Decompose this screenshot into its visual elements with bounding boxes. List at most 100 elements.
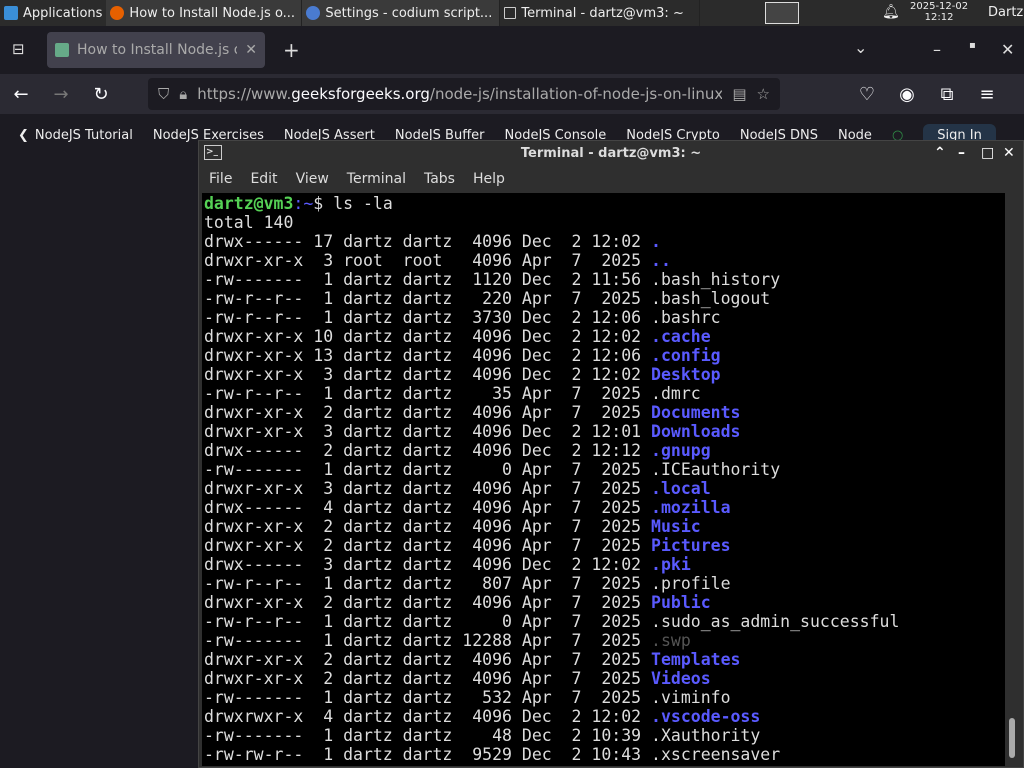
ls-entry: -rw-r--r-- 1 dartz dartz 35 Apr 7 2025 .… xyxy=(204,384,1003,403)
taskbar: Applications How to Install Node.js o...… xyxy=(0,0,1024,26)
entry-meta: drwxr-xr-x 10 dartz dartz 4096 Dec 2 12:… xyxy=(204,327,652,346)
entry-name: Pictures xyxy=(651,536,731,555)
scrollbar[interactable] xyxy=(1005,193,1019,766)
entry-name: Desktop xyxy=(651,365,721,384)
entry-name: .xscreensaver xyxy=(651,745,781,764)
ls-entry: -rw-r--r-- 1 dartz dartz 3730 Dec 2 12:0… xyxy=(204,308,1003,327)
menu-edit[interactable]: Edit xyxy=(250,171,277,187)
forward-icon[interactable]: → xyxy=(48,84,74,105)
ls-entry: drwxr-xr-x 3 dartz dartz 4096 Dec 2 12:0… xyxy=(204,365,1003,384)
entry-name: .dmrc xyxy=(651,384,701,403)
entry-name: Public xyxy=(651,593,711,612)
ls-entry: drwx------ 4 dartz dartz 4096 Apr 7 2025… xyxy=(204,498,1003,517)
close-tab-icon[interactable]: ✕ xyxy=(245,42,257,58)
prompt-path: :~ xyxy=(293,194,314,213)
close-icon[interactable]: ✕ xyxy=(1003,145,1015,161)
scrollbar-thumb[interactable] xyxy=(1009,718,1015,758)
gfg-favicon xyxy=(55,43,69,57)
entry-name: .gnupg xyxy=(651,441,711,460)
menu-icon[interactable]: ≡ xyxy=(974,84,1000,105)
entry-name: .Xauthority xyxy=(651,726,761,745)
account-icon[interactable]: ◉ xyxy=(894,84,920,105)
command: ls -la xyxy=(333,194,393,213)
lock-icon[interactable]: 🔒︎ xyxy=(179,85,187,103)
user-menu[interactable]: Dartz xyxy=(988,5,1023,20)
chevron-left-icon[interactable]: ❮ xyxy=(18,128,29,143)
entry-meta: drwxr-xr-x 2 dartz dartz 4096 Apr 7 2025 xyxy=(204,669,652,688)
ls-entry: -rw-r--r-- 1 dartz dartz 0 Apr 7 2025 .s… xyxy=(204,612,1003,631)
applications-menu[interactable]: Applications xyxy=(0,0,106,26)
applications-label: Applications xyxy=(23,5,103,21)
back-icon[interactable]: ← xyxy=(8,84,34,105)
entry-meta: -rw------- 1 dartz dartz 0 Apr 7 2025 xyxy=(204,460,652,479)
new-tab-icon[interactable]: + xyxy=(283,38,300,62)
entry-meta: drwx------ 17 dartz dartz 4096 Dec 2 12:… xyxy=(204,232,652,251)
shield-icon[interactable]: ⛉ xyxy=(158,85,169,103)
entry-meta: -rw------- 1 dartz dartz 1120 Dec 2 11:5… xyxy=(204,270,652,289)
bookmark-star-icon[interactable]: ☆ xyxy=(757,85,770,103)
taskbar-window-terminal[interactable]: Terminal - dartz@vm3: ~ xyxy=(500,0,701,26)
total-line: total 140 xyxy=(204,213,294,232)
entry-meta: drwxr-xr-x 2 dartz dartz 4096 Apr 7 2025 xyxy=(204,593,652,612)
entry-meta: drwxr-xr-x 2 dartz dartz 4096 Apr 7 2025 xyxy=(204,650,652,669)
terminal-output[interactable]: dartz@vm3:~$ ls -la total 140 drwx------ 1… xyxy=(202,193,1005,766)
url-bar[interactable]: ⛉ 🔒︎ https://www.geeksforgeeks.org/node-j… xyxy=(148,78,780,110)
terminal-icon xyxy=(504,7,517,19)
window-label: How to Install Node.js o... xyxy=(129,5,296,21)
tab-bar: ⊟ How to Install Node.js on ✕ + ⌄ – ▪ ✕ xyxy=(0,26,1024,74)
ls-entry: -rw-r--r-- 1 dartz dartz 807 Apr 7 2025 … xyxy=(204,574,1003,593)
entry-meta: drwxr-xr-x 3 dartz dartz 4096 Dec 2 12:0… xyxy=(204,365,652,384)
notification-bell-icon[interactable]: 🔔︎ xyxy=(882,4,900,20)
url-prefix: https://www. xyxy=(197,85,292,103)
tab-list-icon[interactable]: ⊟ xyxy=(12,40,25,58)
pocket-icon[interactable]: ♡ xyxy=(854,84,880,105)
entry-meta: -rw-r--r-- 1 dartz dartz 220 Apr 7 2025 xyxy=(204,289,652,308)
terminal-launcher-icon[interactable] xyxy=(765,2,799,24)
reader-view-icon[interactable]: ▤ xyxy=(732,85,746,103)
browser-tab[interactable]: How to Install Node.js on ✕ xyxy=(47,32,265,68)
taskbar-window-firefox[interactable]: How to Install Node.js o... xyxy=(106,0,303,26)
nav-bar: ← → ↻ ⛉ 🔒︎ https://www.geeksforgeeks.org/… xyxy=(0,74,1024,114)
nav-link[interactable]: NodeJS Tutorial xyxy=(35,128,133,143)
taskbar-window-settings[interactable]: Settings - codium script... xyxy=(302,0,501,26)
menu-view[interactable]: View xyxy=(296,171,329,187)
date: 2025-12-02 xyxy=(910,1,969,12)
entry-name: .profile xyxy=(651,574,731,593)
entry-name: .viminfo xyxy=(651,688,731,707)
chevron-down-icon[interactable]: ⌄ xyxy=(854,38,867,57)
entry-meta: -rw-r--r-- 1 dartz dartz 35 Apr 7 2025 xyxy=(204,384,652,403)
close-window-icon[interactable]: ✕ xyxy=(1001,40,1014,59)
ls-entry: -rw-r--r-- 1 dartz dartz 220 Apr 7 2025 … xyxy=(204,289,1003,308)
ls-entry: drwxr-xr-x 3 root root 4096 Apr 7 2025 .… xyxy=(204,251,1003,270)
menu-help[interactable]: Help xyxy=(473,171,505,187)
maximize-icon[interactable]: ▪ xyxy=(969,40,976,51)
entry-name: .swp xyxy=(651,631,691,650)
ls-entry: drwxr-xr-x 2 dartz dartz 4096 Apr 7 2025… xyxy=(204,669,1003,688)
entry-meta: drwxr-xr-x 3 dartz dartz 4096 Dec 2 12:0… xyxy=(204,422,652,441)
menu-file[interactable]: File xyxy=(209,171,232,187)
ls-entry: drwxr-xr-x 10 dartz dartz 4096 Dec 2 12:… xyxy=(204,327,1003,346)
entry-meta: -rw-r--r-- 1 dartz dartz 807 Apr 7 2025 xyxy=(204,574,652,593)
menu-terminal[interactable]: Terminal xyxy=(347,171,406,187)
entry-meta: drwxr-xr-x 3 root root 4096 Apr 7 2025 xyxy=(204,251,652,270)
entry-meta: drwx------ 3 dartz dartz 4096 Dec 2 12:0… xyxy=(204,555,652,574)
entry-meta: drwxr-xr-x 2 dartz dartz 4096 Apr 7 2025 xyxy=(204,536,652,555)
tab-title: How to Install Node.js on xyxy=(77,42,238,58)
extensions-icon[interactable]: ⧉ xyxy=(934,84,960,105)
entry-name: .config xyxy=(651,346,721,365)
terminal-titlebar[interactable]: >_ Terminal - dartz@vm3: ~ ⌃ – □ ✕ xyxy=(199,141,1023,166)
minimize-icon[interactable]: – xyxy=(933,40,941,59)
ls-entry: drwxr-xr-x 2 dartz dartz 4096 Apr 7 2025… xyxy=(204,593,1003,612)
menu-tabs[interactable]: Tabs xyxy=(424,171,455,187)
maximize-icon[interactable]: □ xyxy=(981,145,994,161)
url-domain: geeksforgeeks.org xyxy=(291,85,430,103)
ls-entry: drwxr-xr-x 2 dartz dartz 4096 Apr 7 2025… xyxy=(204,517,1003,536)
minimize-icon[interactable]: – xyxy=(958,145,965,161)
reload-icon[interactable]: ↻ xyxy=(88,84,114,105)
chevron-up-icon[interactable]: ⌃ xyxy=(934,145,946,161)
clock[interactable]: 2025-12-02 12:12 xyxy=(910,1,968,23)
entry-meta: -rw-r--r-- 1 dartz dartz 0 Apr 7 2025 xyxy=(204,612,652,631)
ls-entry: drwxr-xr-x 2 dartz dartz 4096 Apr 7 2025… xyxy=(204,536,1003,555)
entry-name: .pki xyxy=(651,555,691,574)
prompt-user: dartz@vm3 xyxy=(204,194,294,213)
